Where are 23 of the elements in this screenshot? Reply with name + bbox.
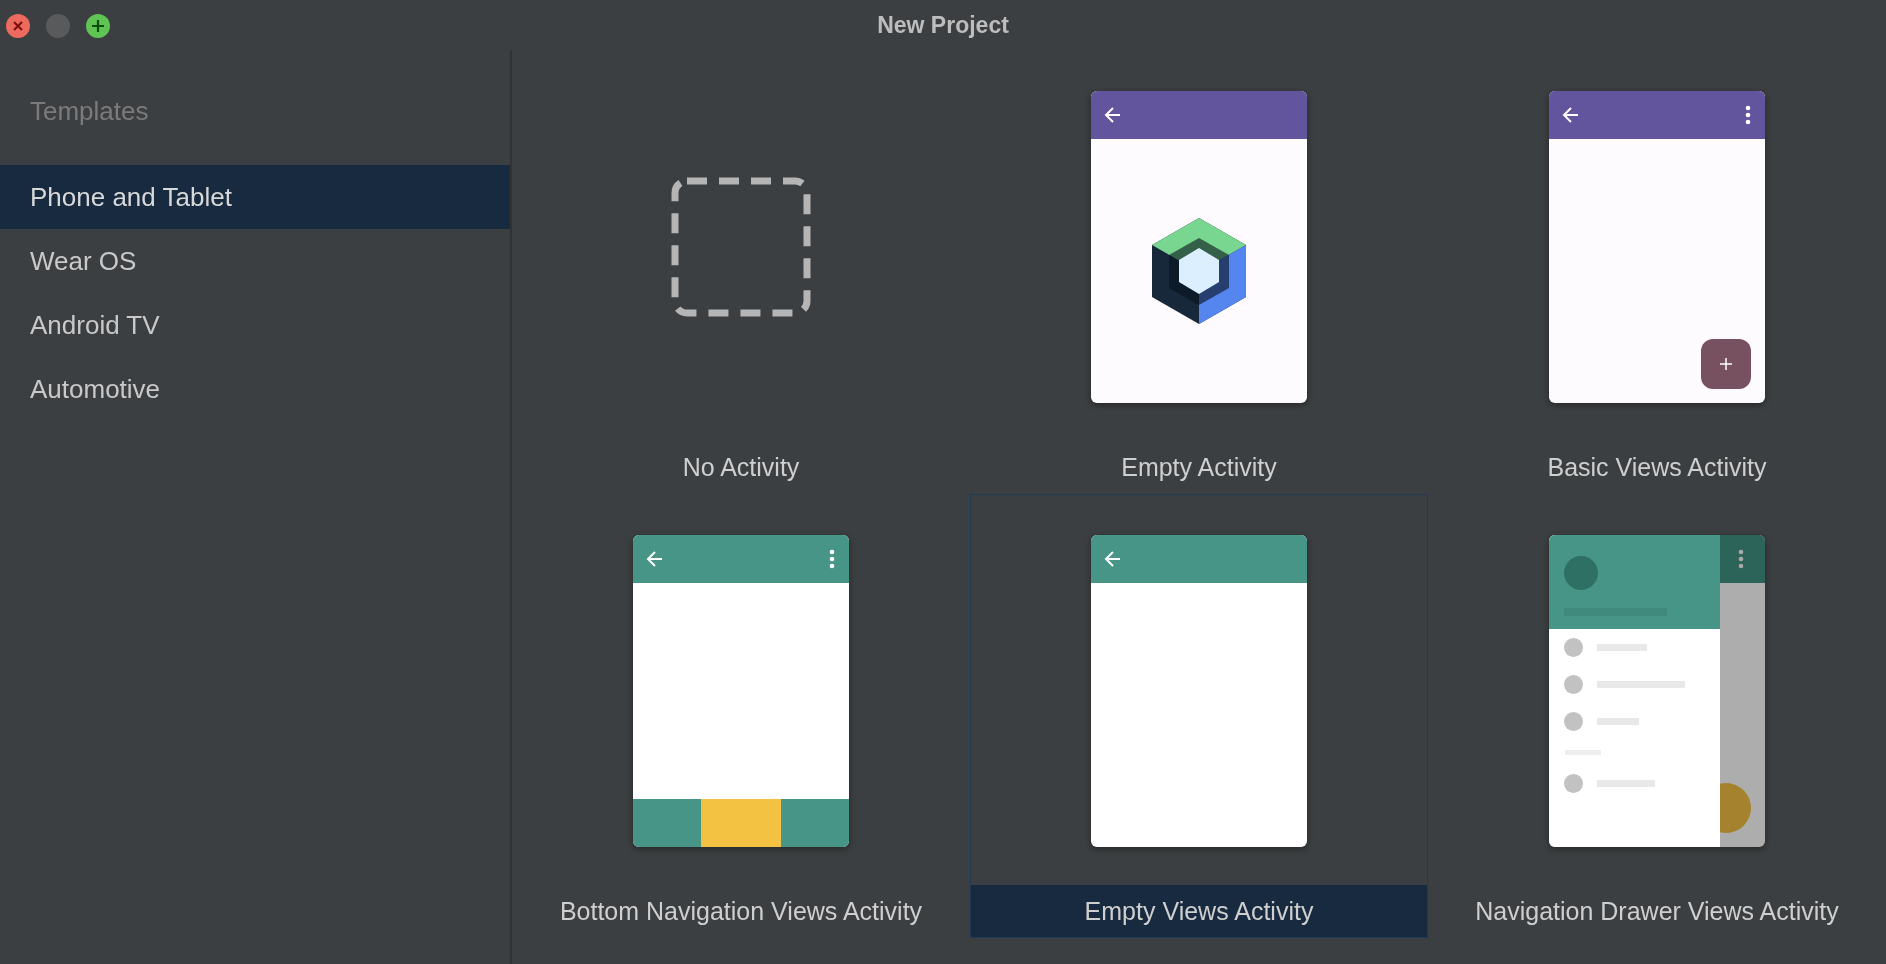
zoom-button[interactable]	[86, 14, 110, 38]
template-card[interactable]: No Activity	[512, 50, 970, 494]
sidebar-item[interactable]: Phone and Tablet	[0, 165, 510, 229]
template-label: Basic Views Activity	[1546, 452, 1768, 483]
close-button[interactable]	[6, 14, 30, 38]
plus-icon	[91, 19, 105, 33]
sidebar-item[interactable]: Wear OS	[0, 229, 510, 293]
template-label: No Activity	[681, 452, 801, 483]
template-card[interactable]: Bottom Navigation Views Activity	[512, 494, 970, 938]
template-label: Navigation Drawer Views Activity	[1474, 896, 1840, 927]
window-title: New Project	[877, 11, 1009, 39]
template-label: Bottom Navigation Views Activity	[558, 896, 924, 927]
sidebar-heading: Templates	[29, 95, 150, 128]
template-label: Empty Views Activity	[971, 885, 1427, 937]
close-icon	[12, 20, 24, 32]
sidebar-item[interactable]: Automotive	[0, 357, 510, 421]
template-card[interactable]: Navigation Drawer Views Activity	[1428, 494, 1886, 938]
sidebar-item[interactable]: Android TV	[0, 293, 510, 357]
template-card[interactable]: Empty Views Activity	[970, 494, 1428, 938]
template-card[interactable]: Empty Activity	[970, 50, 1428, 494]
dashed-square-icon	[671, 177, 811, 317]
template-card[interactable]: Basic Views Activity	[1428, 50, 1886, 494]
template-label: Empty Activity	[1120, 452, 1278, 483]
